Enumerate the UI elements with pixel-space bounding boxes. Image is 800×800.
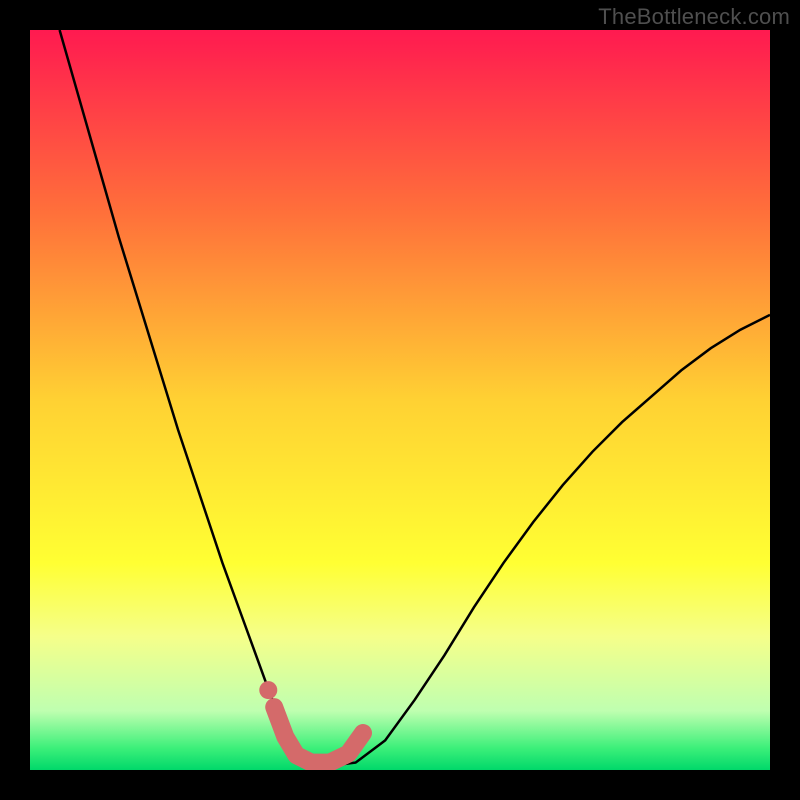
points-layer (259, 681, 277, 699)
plot-area (30, 30, 770, 770)
chart-background (30, 30, 770, 770)
watermark-text: TheBottleneck.com (598, 4, 790, 30)
point-valley-dot (259, 681, 277, 699)
chart-frame: TheBottleneck.com (0, 0, 800, 800)
chart-svg (30, 30, 770, 770)
